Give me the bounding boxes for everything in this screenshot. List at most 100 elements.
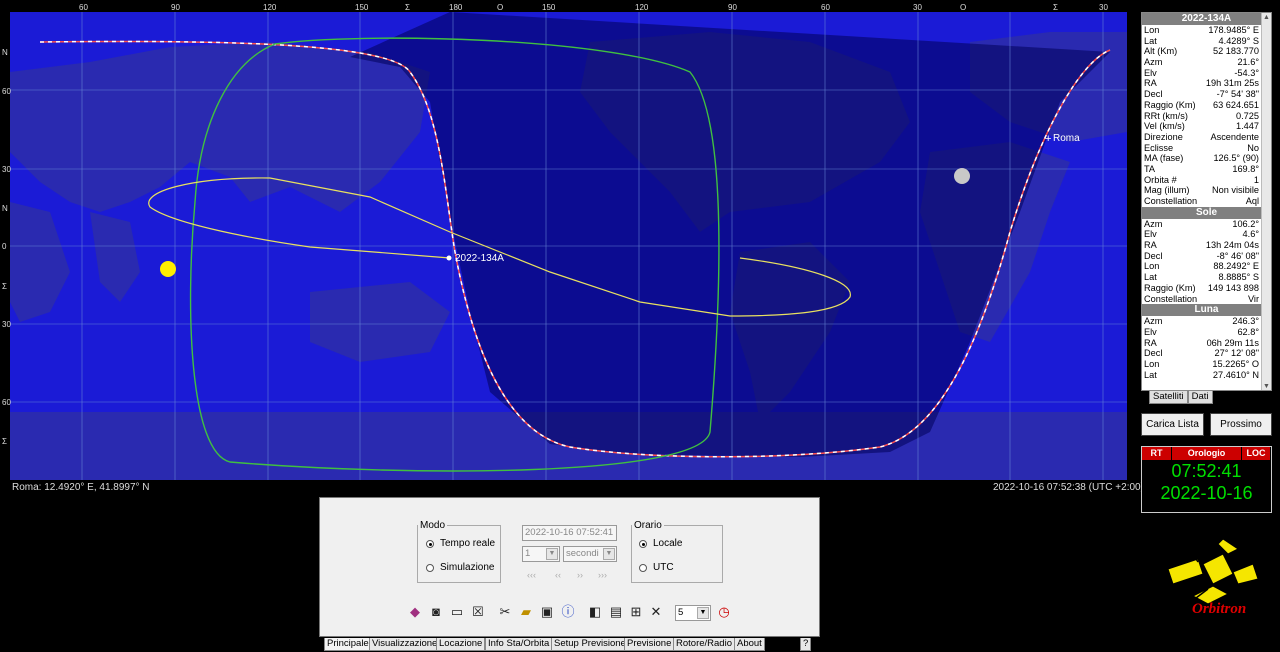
info-row: Alt (Km) 52 183.770: [1142, 46, 1271, 57]
tab-previsione[interactable]: Previsione: [624, 638, 675, 651]
folder-open-icon[interactable]: ▰: [518, 604, 534, 620]
info-row: Lon 15.2265° O: [1142, 359, 1271, 370]
info-row: RA 19h 31m 25s: [1142, 78, 1271, 89]
info-row-label: Decl: [1144, 89, 1163, 100]
lat-tick: 60: [2, 398, 11, 407]
grid-icon[interactable]: ⊞: [628, 604, 644, 620]
info-row-label: Lon: [1144, 358, 1160, 369]
clock-icon[interactable]: ◷: [716, 604, 732, 620]
nav-fast-forward[interactable]: ›››: [598, 570, 607, 580]
info-row: Decl -8° 46' 08": [1142, 251, 1271, 262]
map-graphics: +: [10, 12, 1127, 480]
info-icon[interactable]: ⓘ: [560, 604, 576, 620]
tools-icon[interactable]: ✂: [497, 604, 513, 620]
prossimo-button[interactable]: Prossimo: [1210, 413, 1272, 436]
world-map[interactable]: + 2022-134A Roma: [10, 12, 1127, 480]
info-row-value: -8° 46' 08": [1216, 250, 1259, 261]
info-row: Azm 246.3°: [1142, 316, 1271, 327]
info-row: Lon 88.2492° E: [1142, 261, 1271, 272]
lon-tick: Ο: [497, 3, 504, 12]
info-row-label: Elv: [1144, 326, 1157, 337]
nav-fast-back[interactable]: ‹‹‹: [527, 570, 536, 580]
satellite-marker: [446, 255, 452, 261]
moon-data: Azm 246.3° Elv 62.8° RA 06h 29m 11s Decl 27° 12…: [1142, 316, 1271, 380]
lon-tick: 30: [1099, 3, 1108, 12]
info-scrollbar[interactable]: ▲ ▼: [1261, 13, 1271, 390]
step-value: 1: [525, 548, 531, 559]
tab-setup-previsione[interactable]: Setup Previsione: [551, 638, 629, 651]
tab-locazione[interactable]: Locazione: [436, 638, 486, 651]
moon-marker: [954, 168, 970, 184]
info-row: Decl 27° 12' 08": [1142, 348, 1271, 359]
lon-tick: 60: [821, 3, 830, 12]
tab-principale[interactable]: Principale: [324, 638, 372, 651]
table-icon[interactable]: ▤: [608, 604, 624, 620]
utc-radio[interactable]: UTC: [639, 562, 674, 573]
nav-back[interactable]: ‹‹: [555, 570, 561, 580]
datetime-field[interactable]: 2022-10-16 07:52:41: [522, 525, 617, 541]
tab-satelliti[interactable]: Satelliti: [1149, 391, 1188, 404]
tab-rotore-radio[interactable]: Rotore/Radio: [673, 638, 735, 651]
info-row-value: 1: [1253, 174, 1259, 185]
save-icon[interactable]: ▣: [539, 604, 555, 620]
info-row-value: Aql: [1245, 196, 1259, 206]
info-row-label: Lat: [1144, 272, 1157, 283]
simulazione-label: Simulazione: [440, 562, 495, 573]
info-panel[interactable]: 2022-134A Lon 178.9485° E Lat 4.4289° S Alt …: [1141, 12, 1272, 391]
fullscreen-icon[interactable]: ✕: [648, 604, 664, 620]
lon-tick: 150: [542, 3, 556, 12]
lon-tick: 90: [728, 3, 737, 12]
simulazione-radio[interactable]: Simulazione: [426, 562, 494, 573]
info-row-label: Azm: [1144, 57, 1163, 68]
tab-visualizzazione[interactable]: Visualizzazione: [369, 638, 441, 651]
info-row-value: 106.2°: [1232, 218, 1259, 229]
info-row-value: -7° 54' 38": [1216, 89, 1259, 100]
tab-help[interactable]: ?: [800, 638, 812, 651]
info-row-value: 4.6°: [1242, 229, 1259, 240]
tab-dati[interactable]: Dati: [1187, 391, 1213, 404]
tempo-reale-radio[interactable]: Tempo reale: [426, 538, 495, 549]
sun-marker: [160, 261, 176, 277]
locale-radio[interactable]: Locale: [639, 538, 682, 549]
close-window-icon[interactable]: ☒: [470, 604, 486, 620]
info-row-label: Eclisse: [1144, 142, 1174, 153]
orario-legend: Orario: [634, 520, 662, 531]
info-row: RA 13h 24m 04s: [1142, 240, 1271, 251]
orario-group: Orario: [631, 520, 723, 583]
info-row-value: 21.6°: [1237, 57, 1259, 68]
step-select[interactable]: 1 ▼: [522, 546, 560, 562]
export-icon[interactable]: ◧: [587, 604, 603, 620]
lon-tick: Σ: [1053, 3, 1058, 12]
window-icon[interactable]: ▭: [449, 604, 465, 620]
tab-about[interactable]: About: [734, 638, 765, 651]
lon-tick: 90: [171, 3, 180, 12]
carica-lista-button[interactable]: Carica Lista: [1141, 413, 1204, 436]
lat-tick: 0: [2, 242, 7, 251]
modo-legend: Modo: [420, 520, 446, 531]
camera-icon[interactable]: ◙: [428, 604, 444, 620]
info-row-value: 1.447: [1236, 121, 1259, 132]
nav-forward[interactable]: ››: [577, 570, 583, 580]
info-row-label: RRt (km/s): [1144, 110, 1188, 121]
clock-date: 2022-10-16: [1160, 483, 1253, 503]
info-row-value: 0.725: [1236, 110, 1259, 121]
info-row-label: Azm: [1144, 316, 1163, 327]
unit-select[interactable]: secondi ▼: [563, 546, 617, 562]
count-select[interactable]: 5 ▼: [675, 605, 711, 621]
satellite-data: Lon 178.9485° E Lat 4.4289° S Alt (Km) 52 183…: [1142, 25, 1271, 207]
locale-label: Locale: [653, 538, 683, 549]
unit-value: secondi: [566, 548, 599, 559]
tab-info-sta-orbita[interactable]: Info Sta/Orbita: [485, 638, 553, 651]
lat-tick: Ν: [2, 204, 8, 213]
lon-tick: 60: [79, 3, 88, 12]
info-row-label: Mag (illum): [1144, 185, 1190, 196]
rt-indicator[interactable]: RT: [1142, 447, 1172, 460]
info-row: Lon 178.9485° E: [1142, 25, 1271, 36]
info-row-value: 8.8885° S: [1218, 272, 1259, 283]
loc-indicator[interactable]: LOC: [1242, 447, 1271, 460]
info-row-value: -54.3°: [1234, 67, 1259, 78]
count-value: 5: [678, 607, 684, 618]
book-icon[interactable]: ◆: [407, 604, 423, 620]
info-row-value: 27° 12' 08": [1214, 348, 1259, 359]
info-row-label: Decl: [1144, 250, 1163, 261]
